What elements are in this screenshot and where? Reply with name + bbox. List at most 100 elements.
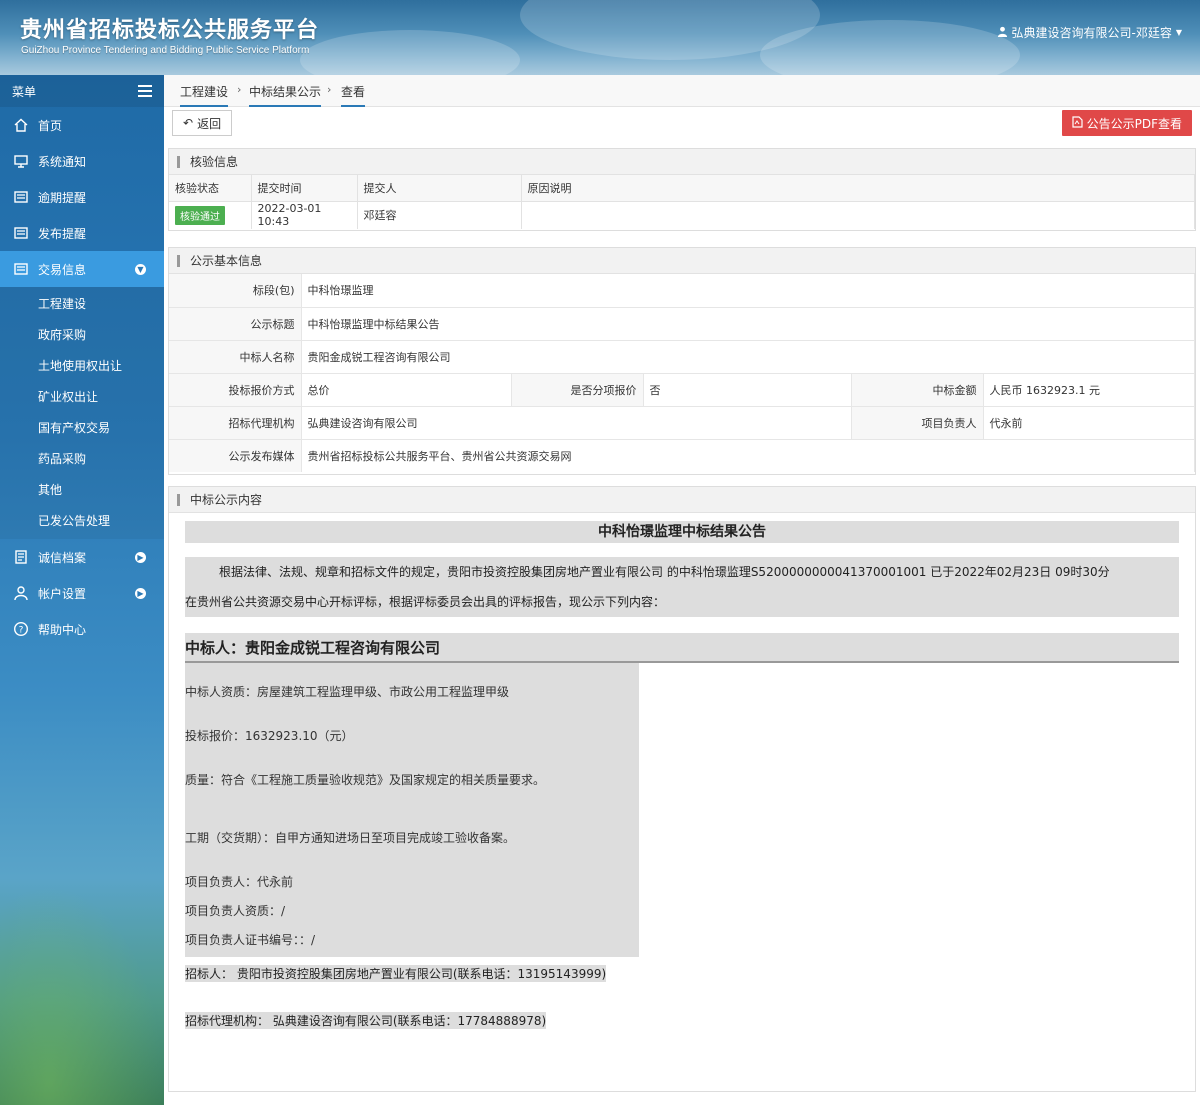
section-value: 中科怡璟监理	[301, 274, 1195, 308]
doc-icon	[12, 548, 30, 566]
manager-value: 代永前	[983, 406, 1195, 440]
content-panel: 中标公示内容 中科怡璟监理中标结果公告 根据法律、法规、规章和招标文件的规定，贵…	[168, 486, 1196, 1092]
submenu-item-other[interactable]: 其他	[0, 475, 164, 506]
sidebar-item-publish[interactable]: 发布提醒	[0, 215, 164, 251]
pdf-label: 公告公示PDF查看	[1086, 116, 1182, 131]
column-header: 提交时间	[251, 175, 358, 202]
status-cell: 核验通过	[169, 201, 252, 229]
paragraph-line-2: 在贵州省公共资源交易中心开标评标，根据评标委员会出具的评标报告，现公示下列内容：	[185, 595, 666, 609]
submenu-item-state-assets[interactable]: 国有产权交易	[0, 413, 164, 444]
column-header: 核验状态	[169, 175, 252, 202]
media-value: 贵州省招标投标公共服务平台、贵州省公共资源交易网	[301, 439, 1195, 472]
field-label: 投标报价方式	[169, 373, 302, 407]
qualification-text: 中标人资质：房屋建筑工程监理甲级、市政公用工程监理甲级	[185, 685, 510, 699]
field-label: 项目负责人	[851, 406, 984, 440]
submenu-item-medicine[interactable]: 药品采购	[0, 444, 164, 475]
breadcrumb-result[interactable]: 中标结果公示	[249, 83, 322, 107]
verify-table: 核验状态 提交时间 提交人 原因说明 核验通过 2022-03-01 10:43…	[169, 175, 1195, 229]
submenu-item-mining[interactable]: 矿业权出让	[0, 382, 164, 413]
verify-panel: 核验信息 核验状态 提交时间 提交人 原因说明 核验通过 2022-03-01 …	[168, 148, 1196, 231]
top-header: 贵州省招标投标公共服务平台 GuiZhou Province Tendering…	[0, 0, 1200, 75]
sidebar-item-label: 帮助中心	[38, 622, 87, 637]
period-text: 工期（交货期）：自甲方通知进场日至项目完成竣工验收备案。	[185, 831, 516, 845]
toolbar: ↶ 返回 公告公示PDF查看	[168, 110, 1196, 142]
pdf-icon	[1072, 115, 1083, 131]
sidebar-item-notice[interactable]: 系统通知	[0, 143, 164, 179]
back-label: 返回	[197, 116, 222, 131]
quality-text: 质量：符合《工程施工质量验收规范》及国家规定的相关质量要求。	[185, 773, 546, 787]
person-cell: 邓廷容	[357, 201, 522, 229]
field-label: 中标金额	[851, 373, 984, 407]
pm-certificate-text: 项目负责人证书编号：：/	[185, 933, 316, 947]
submenu-item-published[interactable]: 已发公告处理	[0, 506, 164, 537]
breadcrumb-view[interactable]: 查看	[341, 83, 366, 107]
sidebar-item-overdue[interactable]: 逾期提醒	[0, 179, 164, 215]
sidebar-item-trade[interactable]: 交易信息 ▼	[0, 251, 164, 287]
winner-value: 贵阳金成锐工程咨询有限公司	[301, 340, 1195, 374]
sidebar-item-label: 系统通知	[38, 154, 87, 169]
svg-text:?: ?	[19, 626, 24, 636]
table-row: 中标人名称 贵阳金成锐工程咨询有限公司	[169, 340, 1195, 374]
sidebar-item-account[interactable]: 帐户设置 ▶	[0, 575, 164, 611]
pdf-view-button[interactable]: 公告公示PDF查看	[1061, 110, 1192, 136]
list-icon	[12, 188, 30, 206]
submenu-item-land[interactable]: 土地使用权出让	[0, 351, 164, 382]
list-icon	[12, 224, 30, 242]
notice-paragraph: 根据法律、法规、规章和招标文件的规定，贵阳市投资控股集团房地产置业有限公司 的中…	[185, 557, 1179, 617]
basic-info-panel: 公示基本信息 标段(包) 中科怡璟监理 公示标题 中科怡璟监理中标结果公告 中标…	[168, 247, 1196, 475]
winner-details: 中标人资质：房屋建筑工程监理甲级、市政公用工程监理甲级 投标报价：1632923…	[185, 663, 639, 957]
sidebar-item-home[interactable]: 首页	[0, 107, 164, 143]
sidebar-item-label: 发布提醒	[38, 226, 87, 241]
field-label: 招标代理机构	[169, 406, 302, 440]
monitor-icon	[12, 152, 30, 170]
user-icon	[997, 26, 1008, 40]
table-header-row: 核验状态 提交时间 提交人 原因说明	[169, 175, 1195, 202]
sidebar-landscape	[0, 885, 164, 1105]
pm-qualification-text: 项目负责人资质：/	[185, 904, 286, 918]
menu-label: 菜单	[12, 84, 37, 99]
table-row: 公示标题 中科怡璟监理中标结果公告	[169, 307, 1195, 341]
back-button[interactable]: ↶ 返回	[172, 110, 233, 136]
field-label: 是否分项报价	[511, 373, 644, 407]
platform-title: 贵州省招标投标公共服务平台	[20, 18, 320, 43]
submenu-item-engineering[interactable]: 工程建设	[0, 289, 164, 320]
bid-method-value: 总价	[301, 373, 512, 407]
user-menu[interactable]: 弘典建设咨询有限公司-邓廷容 ▼	[997, 24, 1182, 41]
header-cloud	[300, 30, 520, 75]
column-header: 原因说明	[521, 175, 1195, 202]
price-text: 投标报价：1632923.10（元）	[185, 729, 354, 743]
field-label: 中标人名称	[169, 340, 302, 374]
table-row: 公示发布媒体 贵州省招标投标公共服务平台、贵州省公共资源交易网	[169, 439, 1195, 472]
reason-cell	[521, 201, 1195, 229]
sidebar-submenu: 工程建设 政府采购 土地使用权出让 矿业权出让 国有产权交易 药品采购 其他 已…	[0, 287, 164, 539]
amount-value: 人民币 1632923.1 元	[983, 373, 1195, 407]
sidebar-item-label: 诚信档案	[38, 550, 87, 565]
agency-value: 弘典建设咨询有限公司	[301, 406, 852, 440]
sidebar-item-help[interactable]: ? 帮助中心	[0, 611, 164, 647]
undo-icon: ↶	[183, 116, 194, 130]
breadcrumb-engineering[interactable]: 工程建设	[180, 83, 229, 107]
sidebar-item-label: 逾期提醒	[38, 190, 87, 205]
pm-text: 项目负责人：代永前	[185, 875, 294, 889]
panel-title: 公示基本信息	[169, 248, 1195, 274]
sidebar-item-credit[interactable]: 诚信档案 ▶	[0, 539, 164, 575]
breadcrumb-separator: ›	[237, 83, 242, 96]
hamburger-icon[interactable]	[138, 85, 152, 97]
notice-heading: 中科怡璟监理中标结果公告	[185, 521, 1179, 543]
list-icon	[12, 260, 30, 278]
field-label: 公示发布媒体	[169, 439, 302, 472]
winner-heading: 中标人：贵阳金成锐工程咨询有限公司	[185, 633, 1179, 663]
user-name: 弘典建设咨询有限公司-邓廷容	[1011, 26, 1172, 40]
chevron-right-icon: ▶	[135, 588, 146, 599]
notice-body: 中科怡璟监理中标结果公告 根据法律、法规、规章和招标文件的规定，贵阳市投资控股集…	[185, 521, 1179, 1029]
sidebar-header: 菜单	[0, 75, 164, 107]
sidebar-item-label: 交易信息	[38, 262, 87, 277]
sidebar: 菜单 首页 系统通知 逾期提醒 发布提醒 交易信息 ▼ 工程建设 政府采购 土地…	[0, 75, 164, 1105]
breadcrumb-separator: ›	[327, 83, 332, 96]
caret-down-icon: ▼	[1175, 28, 1182, 37]
submenu-item-procurement[interactable]: 政府采购	[0, 320, 164, 351]
panel-title: 核验信息	[169, 149, 1195, 175]
chevron-down-icon: ▼	[135, 264, 146, 275]
notice-title-value: 中科怡璟监理中标结果公告	[301, 307, 1195, 341]
column-header: 提交人	[357, 175, 522, 202]
